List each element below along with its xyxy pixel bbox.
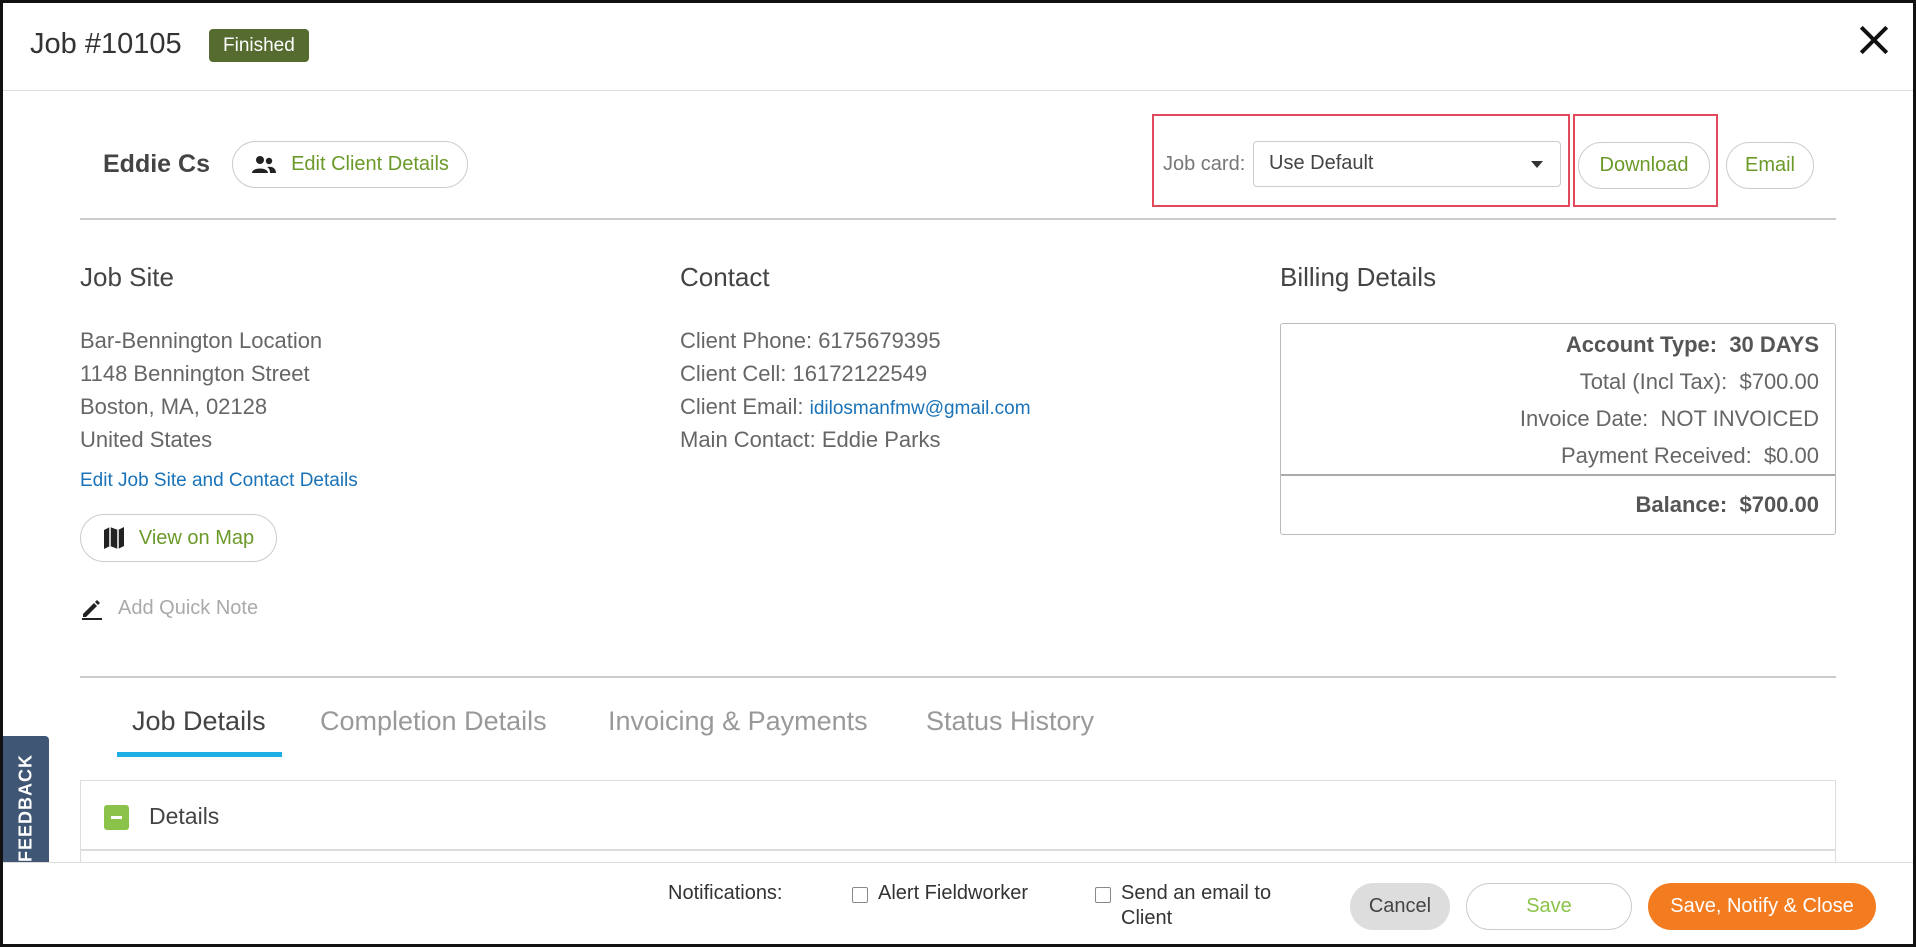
contact-title: Contact <box>680 262 770 292</box>
job-card-selected-value: Use Default <box>1269 152 1374 174</box>
edit-client-details-label: Edit Client Details <box>291 153 449 175</box>
view-on-map-button[interactable]: View on Map <box>80 514 277 562</box>
map-icon <box>103 527 124 549</box>
job-site-line: United States <box>80 427 213 452</box>
close-icon[interactable] <box>1854 20 1894 60</box>
job-site-line: Bar-Bennington Location <box>80 328 323 353</box>
payment-received-label: Payment Received: <box>1560 443 1752 468</box>
save-notify-close-button[interactable]: Save, Notify & Close <box>1648 883 1876 930</box>
pencil-icon <box>82 600 102 620</box>
billing-title: Billing Details <box>1280 262 1437 292</box>
cancel-button[interactable]: Cancel <box>1350 883 1450 930</box>
payment-received-row: Payment Received: $0.00 <box>1561 443 1819 469</box>
users-icon <box>252 155 277 173</box>
job-site-title: Job Site <box>80 262 174 292</box>
chevron-down-icon <box>1531 161 1543 168</box>
divider <box>80 676 1836 678</box>
total-row: Total (Incl Tax): $700.00 <box>1580 369 1819 395</box>
active-tab-indicator <box>117 752 282 757</box>
balance-label: Balance: <box>1635 492 1728 517</box>
invoice-date-value: NOT INVOICED <box>1660 406 1819 431</box>
client-email-link[interactable]: idilosmanfmw@gmail.com <box>810 398 1031 419</box>
tab-invoicing-payments[interactable]: Invoicing & Payments <box>608 706 868 737</box>
alert-fieldworker-checkbox[interactable] <box>852 887 868 903</box>
client-name: Eddie Cs <box>103 150 210 178</box>
job-card-label: Job card: <box>1163 153 1246 175</box>
alert-fieldworker-label: Alert Fieldworker <box>878 882 1029 904</box>
client-phone: Client Phone: 6175679395 <box>680 328 941 353</box>
details-divider <box>81 849 1835 851</box>
page-title: Job #10105 <box>30 28 182 60</box>
email-button[interactable]: Email <box>1726 142 1814 189</box>
download-button[interactable]: Download <box>1578 142 1710 189</box>
feedback-tab[interactable]: FEEDBACK <box>3 736 49 879</box>
tab-completion-details[interactable]: Completion Details <box>320 706 547 737</box>
total-label: Total (Incl Tax): <box>1579 369 1728 394</box>
details-panel-title: Details <box>149 803 220 829</box>
balance-value: $700.00 <box>1739 492 1819 517</box>
tab-job-details[interactable]: Job Details <box>132 706 266 737</box>
view-on-map-label: View on Map <box>138 526 255 549</box>
client-cell: Client Cell: 16172122549 <box>680 361 928 386</box>
account-type-row: Account Type: 30 DAYS <box>1566 332 1819 358</box>
send-email-label: Send an email to Client <box>1121 882 1272 929</box>
billing-divider <box>1281 474 1835 476</box>
balance-row: Balance: $700.00 <box>1636 492 1819 518</box>
client-email-row: Client Email: idilosmanfmw@gmail.com <box>680 394 1031 420</box>
invoice-date-label: Invoice Date: <box>1519 406 1649 431</box>
add-quick-note-label: Add Quick Note <box>118 596 259 619</box>
status-badge: Finished <box>209 29 309 62</box>
send-email-checkbox[interactable] <box>1095 887 1111 903</box>
job-site-line: Boston, MA, 02128 <box>80 394 268 419</box>
feedback-label: FEEDBACK <box>15 753 36 862</box>
add-quick-note[interactable]: Add Quick Note <box>80 596 258 620</box>
account-type-label: Account Type: <box>1565 332 1718 357</box>
total-value: $700.00 <box>1739 369 1819 394</box>
job-card-select[interactable]: Use Default <box>1253 141 1561 187</box>
billing-details-box: Account Type: 30 DAYS Total (Incl Tax): … <box>1280 323 1836 535</box>
edit-job-site-link[interactable]: Edit Job Site and Contact Details <box>80 470 358 492</box>
tab-status-history[interactable]: Status History <box>926 706 1094 737</box>
divider <box>80 218 1836 220</box>
job-site-line: 1148 Bennington Street <box>80 361 310 386</box>
invoice-date-row: Invoice Date: NOT INVOICED <box>1520 406 1819 432</box>
main-contact: Main Contact: Eddie Parks <box>680 427 941 452</box>
account-type-value: 30 DAYS <box>1729 332 1819 357</box>
client-email-label: Client Email: <box>680 394 804 419</box>
payment-received-value: $0.00 <box>1763 443 1819 468</box>
collapse-icon[interactable] <box>104 805 129 830</box>
edit-client-details-button[interactable]: Edit Client Details <box>232 141 468 188</box>
notifications-label: Notifications: <box>668 882 783 904</box>
save-button[interactable]: Save <box>1466 883 1632 930</box>
